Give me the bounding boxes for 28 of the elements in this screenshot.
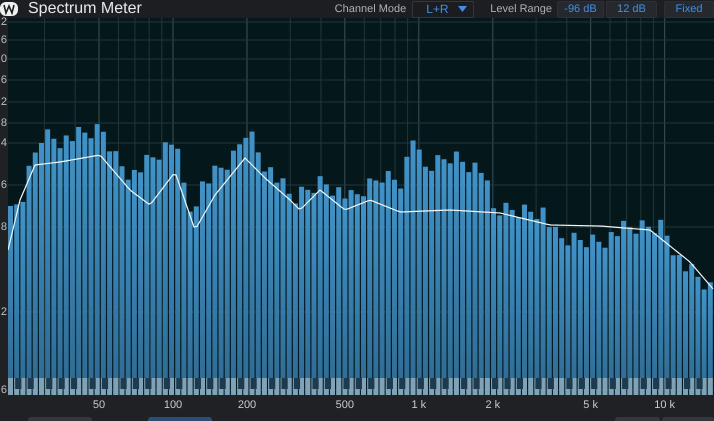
y-axis-label: 6 xyxy=(0,178,7,192)
x-axis-label: 100 xyxy=(164,399,182,411)
y-axis-label: 6 xyxy=(0,33,7,47)
tab[interactable] xyxy=(148,417,212,421)
y-axis-label: 2 xyxy=(0,95,7,109)
x-axis-label: 500 xyxy=(336,399,354,411)
caret-icon xyxy=(458,6,468,12)
x-axis-label: 10 k xyxy=(654,399,676,411)
y-axis-label: 8 xyxy=(0,116,7,130)
fixed-mode-button[interactable]: Fixed xyxy=(664,0,714,18)
x-axis-label: 1 k xyxy=(411,399,426,411)
x-axis-label: 50 xyxy=(92,399,106,411)
level-range-label: Level Range xyxy=(490,2,552,16)
y-axis-label: 6 xyxy=(0,383,7,397)
y-axis-label: 2 xyxy=(0,305,7,319)
x-axis-label: 200 xyxy=(238,399,256,411)
y-axis-label: 6 xyxy=(0,73,7,87)
channel-mode-label: Channel Mode xyxy=(334,2,406,16)
x-axis-label: 5 k xyxy=(583,399,598,411)
y-axis-label: 8 xyxy=(0,220,7,234)
y-axis-label: 4 xyxy=(0,136,7,150)
level-min-field[interactable]: -96 dB xyxy=(557,0,604,18)
y-axis-label: 0 xyxy=(0,52,7,66)
window-title: Spectrum Meter xyxy=(28,0,142,18)
level-max-field[interactable]: 12 dB xyxy=(606,0,657,18)
x-axis-label: 2 k xyxy=(485,399,500,411)
y-axis-label: 2 xyxy=(0,15,7,29)
channel-mode-dropdown[interactable]: L+R xyxy=(412,0,474,18)
